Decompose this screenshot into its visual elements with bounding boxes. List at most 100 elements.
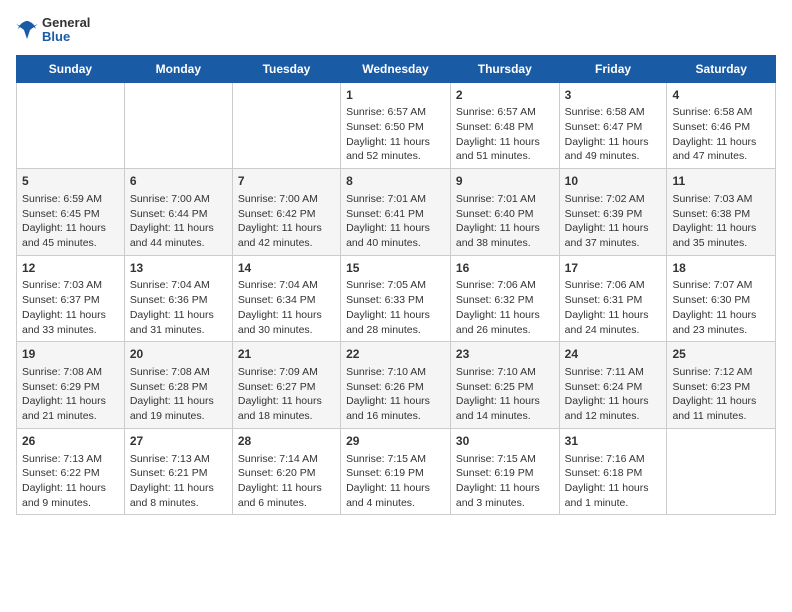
page-header: General Blue (16, 16, 776, 45)
sunrise-text: Sunrise: 7:16 AM (565, 453, 645, 465)
sunset-text: Sunset: 6:34 PM (238, 294, 316, 306)
sunrise-text: Sunrise: 7:05 AM (346, 279, 426, 291)
day-number: 20 (130, 346, 227, 363)
calendar-cell: 2 Sunrise: 6:57 AM Sunset: 6:48 PM Daylight… (450, 82, 559, 169)
daylight-text: and 37 minutes. (565, 237, 640, 249)
sunrise-text: Sunrise: 6:58 AM (672, 106, 752, 118)
day-number: 1 (346, 87, 445, 104)
calendar-cell: 25Sunrise: 7:12 AMSunset: 6:23 PMDayligh… (667, 342, 776, 429)
day-header-friday: Friday (559, 55, 667, 82)
sunrise-text: Sunrise: 6:58 AM (565, 106, 645, 118)
daylight-text: Daylight: 11 hours (672, 395, 756, 407)
daylight-text: Daylight: 11 hours (565, 222, 649, 234)
calendar-cell: 17Sunrise: 7:06 AMSunset: 6:31 PMDayligh… (559, 255, 667, 342)
daylight-text: and 42 minutes. (238, 237, 313, 249)
calendar-cell: 1Sunrise: 6:57 AMSunset: 6:50 PMDaylight… (341, 82, 451, 169)
daylight-text: and 45 minutes. (22, 237, 97, 249)
sunrise-text: Sunrise: 7:00 AM (130, 193, 210, 205)
day-header-saturday: Saturday (667, 55, 776, 82)
sunset-text: Sunset: 6:23 PM (672, 381, 750, 393)
daylight-text: and 31 minutes. (130, 324, 205, 336)
sunrise-text: Sunrise: 7:03 AM (22, 279, 102, 291)
sunset-text: Sunset: 6:19 PM (346, 467, 424, 479)
sunrise-text: Sunrise: 7:02 AM (565, 193, 645, 205)
sunset-text: Sunset: 6:37 PM (22, 294, 100, 306)
daylight-text: Daylight: 11 hours (22, 309, 106, 321)
sunset-text: Sunset: 6:47 PM (565, 121, 643, 133)
calendar-table: SundayMondayTuesdayWednesdayThursdayFrid… (16, 55, 776, 516)
daylight-text: Daylight: 11 hours (238, 482, 322, 494)
sunrise-text: Sunrise: 7:13 AM (130, 453, 210, 465)
sunset-text: Sunset: 6:32 PM (456, 294, 534, 306)
cell-content: Sunrise: 7:11 AMSunset: 6:24 PMDaylight:… (565, 365, 662, 424)
sunrise-text: Sunrise: 7:00 AM (238, 193, 318, 205)
cell-content: Sunrise: 7:13 AMSunset: 6:21 PMDaylight:… (130, 452, 227, 511)
daylight-text: Daylight: 11 hours (456, 482, 540, 494)
daylight-text: and 49 minutes. (565, 150, 640, 162)
day-number: 7 (238, 173, 335, 190)
cell-content: Sunrise: 7:09 AMSunset: 6:27 PMDaylight:… (238, 365, 335, 424)
calendar-week-row: 1Sunrise: 6:57 AMSunset: 6:50 PMDaylight… (17, 82, 776, 169)
day-number: 8 (346, 173, 445, 190)
daylight-text: Daylight: 11 hours (672, 136, 756, 148)
daylight-text: and 52 minutes. (346, 150, 421, 162)
day-number: 13 (130, 260, 227, 277)
daylight-text: Daylight: 11 hours (565, 309, 649, 321)
sunset-text: Sunset: 6:48 PM (456, 121, 534, 133)
sunrise-text: Sunrise: 7:08 AM (22, 366, 102, 378)
calendar-cell (667, 428, 776, 515)
day-number: 27 (130, 433, 227, 450)
day-number: 24 (565, 346, 662, 363)
day-number: 14 (238, 260, 335, 277)
day-number: 9 (456, 173, 554, 190)
day-number: 30 (456, 433, 554, 450)
day-number: 5 (22, 173, 119, 190)
cell-content: Sunrise: 7:10 AMSunset: 6:25 PMDaylight:… (456, 365, 554, 424)
cell-content: Sunrise: 6:57 AMSunset: 6:50 PMDaylight:… (346, 105, 445, 164)
sunset-text: Sunset: 6:40 PM (456, 208, 534, 220)
sunrise-text: Sunrise: 6:57 AM (456, 106, 536, 118)
daylight-text: Daylight: 11 hours (130, 309, 214, 321)
sunset-text: Sunset: 6:27 PM (238, 381, 316, 393)
daylight-text: Daylight: 11 hours (456, 309, 540, 321)
cell-content: Sunrise: 7:00 AMSunset: 6:42 PMDaylight:… (238, 192, 335, 251)
calendar-week-row: 5Sunrise: 6:59 AMSunset: 6:45 PMDaylight… (17, 169, 776, 256)
calendar-cell (232, 82, 340, 169)
cell-content: Sunrise: 6:58 AM Sunset: 6:46 PM Daylight:… (672, 105, 770, 164)
cell-content: Sunrise: 7:06 AMSunset: 6:32 PMDaylight:… (456, 278, 554, 337)
calendar-cell: 24 Sunrise: 7:11 AMSunset: 6:24 PMDayligh… (559, 342, 667, 429)
daylight-text: Daylight: 11 hours (22, 395, 106, 407)
calendar-cell (17, 82, 125, 169)
daylight-text: Daylight: 11 hours (456, 136, 540, 148)
daylight-text: Daylight: 11 hours (346, 395, 430, 407)
daylight-text: and 38 minutes. (456, 237, 531, 249)
day-number: 22 (346, 346, 445, 363)
sunset-text: Sunset: 6:39 PM (565, 208, 643, 220)
sunrise-text: Sunrise: 7:10 AM (456, 366, 536, 378)
sunset-text: Sunset: 6:46 PM (672, 121, 750, 133)
cell-content: Sunrise: 7:16 AMSunset: 6:18 PMDaylight:… (565, 452, 662, 511)
calendar-cell: 16Sunrise: 7:06 AMSunset: 6:32 PMDayligh… (450, 255, 559, 342)
daylight-text: and 4 minutes. (346, 497, 415, 509)
daylight-text: and 6 minutes. (238, 497, 307, 509)
calendar-cell: 6Sunrise: 7:00 AMSunset: 6:44 PMDaylight… (124, 169, 232, 256)
calendar-cell: 4Sunrise: 6:58 AMSunset: 6:46 PMDaylight… (667, 82, 776, 169)
sunrise-text: Sunrise: 7:12 AM (672, 366, 752, 378)
day-number: 2 (456, 87, 554, 104)
sunset-text: Sunset: 6:26 PM (346, 381, 424, 393)
daylight-text: and 33 minutes. (22, 324, 97, 336)
daylight-text: and 51 minutes. (456, 150, 531, 162)
calendar-week-row: 26Sunrise: 7:13 AMSunset: 6:22 PMDayligh… (17, 428, 776, 515)
calendar-cell: 21Sunrise: 7:09 AMSunset: 6:27 PMDayligh… (232, 342, 340, 429)
cell-content: Sunrise: 7:03 AM Sunset: 6:37 PM Daylight:… (22, 278, 119, 337)
day-header-monday: Monday (124, 55, 232, 82)
daylight-text: Daylight: 11 hours (565, 482, 649, 494)
cell-content: Sunrise: 6:57 AM Sunset: 6:48 PM Daylight:… (456, 105, 554, 164)
calendar-cell: 26Sunrise: 7:13 AMSunset: 6:22 PMDayligh… (17, 428, 125, 515)
daylight-text: Daylight: 11 hours (22, 222, 106, 234)
daylight-text: and 26 minutes. (456, 324, 531, 336)
daylight-text: and 11 minutes. (672, 410, 746, 422)
cell-content: Sunrise: 7:06 AMSunset: 6:31 PMDaylight:… (565, 278, 662, 337)
calendar-cell: 3Sunrise: 6:58 AMSunset: 6:47 PMDaylight… (559, 82, 667, 169)
sunset-text: Sunset: 6:33 PM (346, 294, 424, 306)
